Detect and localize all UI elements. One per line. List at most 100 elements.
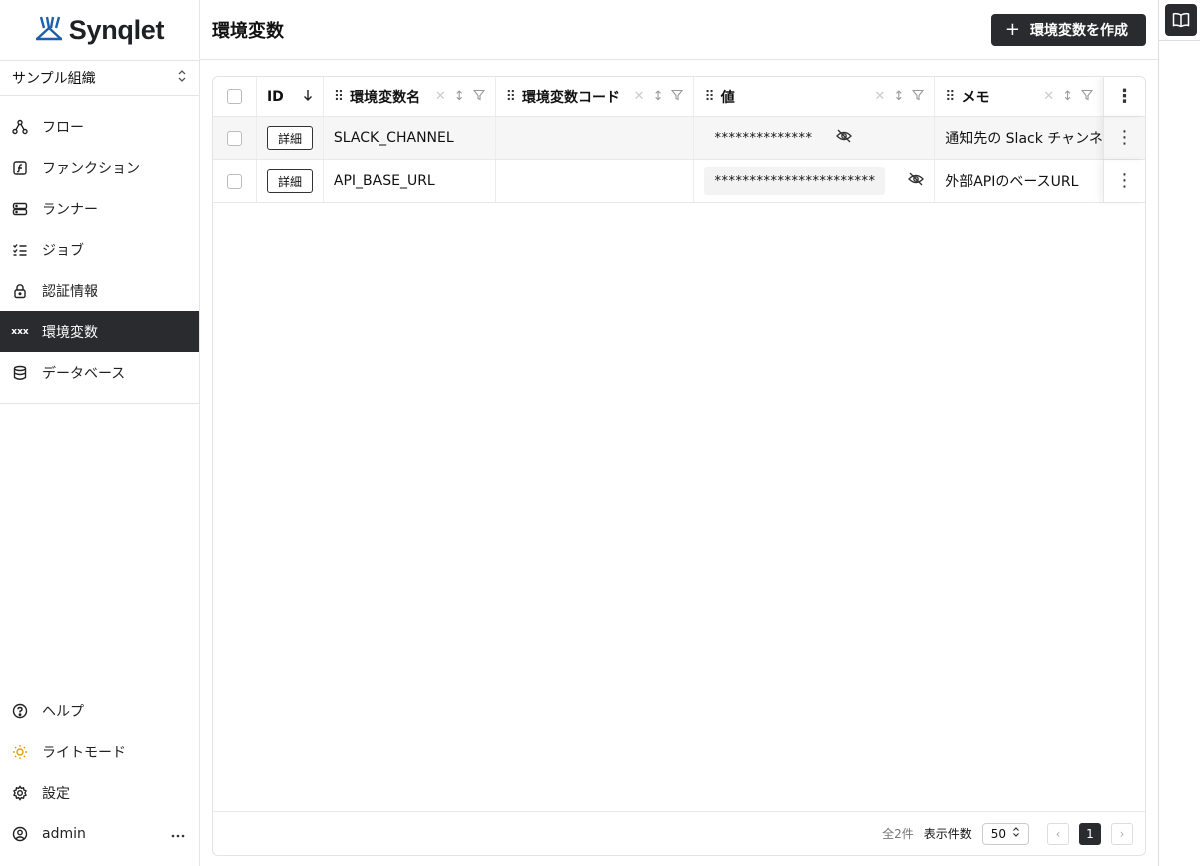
more-vertical-icon[interactable]: ⋮ <box>1116 129 1134 147</box>
eye-off-icon[interactable] <box>836 129 853 147</box>
sidebar-item-runner[interactable]: ランナー <box>0 188 199 229</box>
sidebar-item-label: 認証情報 <box>42 283 98 300</box>
sidebar-item-label: 環境変数 <box>42 324 98 341</box>
masked-value: *********************** <box>704 167 886 195</box>
org-selector-value: サンプル組織 <box>12 71 96 87</box>
sidebar: Synqlet サンプル組織 フロー ファンクション ランナー ジョブ 認証情報… <box>0 0 200 866</box>
more-vertical-icon[interactable]: ⋮ <box>1116 172 1134 190</box>
column-label: 環境変数名 <box>350 89 421 106</box>
env-var-table: ID ⠿ 環境変数名 ✕ ↕ ⠿ 環境変数コード ✕ ↕ ⠿ 値 ✕ ↕ ⠿ メ… <box>212 76 1146 856</box>
next-page-button[interactable]: › <box>1111 822 1133 845</box>
select-all-checkbox[interactable] <box>226 89 242 104</box>
table-row[interactable]: 詳細 SLACK_CHANNEL ************** 通知先の Sla… <box>213 117 1145 160</box>
row-checkbox[interactable] <box>226 173 242 189</box>
column-header-code[interactable]: ⠿ 環境変数コード ✕ ↕ <box>496 77 695 116</box>
create-env-var-label: 環境変数を作成 <box>1030 22 1128 39</box>
main-content: 環境変数 + 環境変数を作成 ID ⠿ 環境変数名 ✕ ↕ ⠿ 環境変数コード … <box>200 0 1158 866</box>
sidebar-item-label: データベース <box>42 365 126 382</box>
page-header: 環境変数 + 環境変数を作成 <box>200 0 1158 60</box>
sidebar-item-label: 設定 <box>42 785 70 802</box>
docs-book-button[interactable] <box>1165 4 1197 36</box>
column-header-id[interactable]: ID <box>257 77 324 116</box>
checklist-icon <box>12 242 28 258</box>
sidebar-item-credentials[interactable]: 認証情報 <box>0 270 199 311</box>
filter-icon[interactable] <box>912 89 925 105</box>
row-checkbox[interactable] <box>226 130 242 146</box>
memo-cell: 通知先の Slack チャンネル <box>945 131 1104 147</box>
column-header-value[interactable]: ⠿ 値 ✕ ↕ <box>694 77 936 116</box>
column-menu[interactable]: ⋮ <box>1103 77 1145 116</box>
lock-icon <box>12 283 28 299</box>
detail-button[interactable]: 詳細 <box>266 169 313 193</box>
page-title: 環境変数 <box>212 20 284 42</box>
sidebar-item-light-mode[interactable]: ライトモード <box>0 731 199 772</box>
masked-value: ************** <box>714 130 813 146</box>
column-label: 値 <box>720 89 735 106</box>
sidebar-item-env-vars[interactable]: xxx 環境変数 <box>0 311 199 352</box>
plus-icon: + <box>1004 18 1020 40</box>
filter-icon[interactable] <box>472 89 485 105</box>
sort-icon[interactable]: ↕ <box>1062 89 1073 105</box>
eye-off-icon[interactable] <box>908 172 925 190</box>
code-cell <box>496 160 695 202</box>
detail-button[interactable]: 詳細 <box>266 126 313 150</box>
sidebar-item-jobs[interactable]: ジョブ <box>0 229 199 270</box>
right-rail <box>1158 0 1200 866</box>
column-header-name[interactable]: ⠿ 環境変数名 ✕ ↕ <box>324 77 496 116</box>
clear-icon[interactable]: ✕ <box>874 89 885 105</box>
code-cell <box>496 117 695 159</box>
sort-icon[interactable]: ↕ <box>893 89 904 105</box>
org-selector[interactable]: サンプル組織 <box>0 60 199 96</box>
row-select-cell <box>213 160 257 202</box>
id-cell: 詳細 <box>257 117 324 159</box>
logo[interactable]: Synqlet <box>0 0 199 60</box>
sort-icon[interactable]: ↕ <box>653 89 664 105</box>
more-options-icon[interactable] <box>171 826 185 842</box>
per-page-select[interactable]: 50 <box>981 822 1029 845</box>
drag-handle-icon[interactable]: ⠿ <box>506 89 516 105</box>
gear-icon <box>12 784 28 801</box>
sidebar-item-label: ライトモード <box>42 744 126 761</box>
sidebar-item-label: ヘルプ <box>42 703 84 720</box>
column-header-memo[interactable]: ⠿ メモ ✕ ↕ <box>935 77 1103 116</box>
clear-icon[interactable]: ✕ <box>634 89 645 105</box>
sidebar-item-function[interactable]: ファンクション <box>0 147 199 188</box>
clear-icon[interactable]: ✕ <box>1043 89 1054 105</box>
select-all-cell <box>213 77 257 116</box>
user-name: admin <box>42 825 86 842</box>
current-page-button[interactable]: 1 <box>1079 822 1101 845</box>
sidebar-item-flow[interactable]: フロー <box>0 106 199 147</box>
main-nav: フロー ファンクション ランナー ジョブ 認証情報 xxx 環境変数 データベー… <box>0 96 199 404</box>
per-page-label: 表示件数 <box>923 827 972 841</box>
row-actions[interactable]: ⋮ <box>1103 160 1145 202</box>
sidebar-item-user[interactable]: admin <box>0 813 199 854</box>
table-row[interactable]: 詳細 API_BASE_URL *********************** … <box>213 160 1145 203</box>
server-icon <box>12 201 28 217</box>
filter-icon[interactable] <box>1080 89 1094 105</box>
value-cell: ************** <box>694 117 936 159</box>
sort-desc-icon[interactable] <box>303 89 313 105</box>
drag-handle-icon[interactable]: ⠿ <box>334 89 344 105</box>
prev-page-button[interactable]: ‹ <box>1047 822 1069 845</box>
memo-cell: 外部APIのベースURL <box>945 174 1079 190</box>
per-page-value: 50 <box>990 826 1006 841</box>
name-cell: API_BASE_URL <box>324 160 496 202</box>
create-env-var-button[interactable]: + 環境変数を作成 <box>990 13 1146 46</box>
sidebar-item-settings[interactable]: 設定 <box>0 772 199 813</box>
drag-handle-icon[interactable]: ⠿ <box>704 89 714 105</box>
chevron-updown-icon <box>1012 826 1020 841</box>
sidebar-item-label: フロー <box>42 119 84 136</box>
column-label: 環境変数コード <box>521 89 620 106</box>
table-header: ID ⠿ 環境変数名 ✕ ↕ ⠿ 環境変数コード ✕ ↕ ⠿ 値 ✕ ↕ ⠿ メ… <box>213 77 1145 117</box>
sidebar-item-help[interactable]: ヘルプ <box>0 690 199 731</box>
help-icon <box>12 703 28 719</box>
clear-icon[interactable]: ✕ <box>435 89 446 105</box>
row-actions[interactable]: ⋮ <box>1103 117 1145 159</box>
drag-handle-icon[interactable]: ⠿ <box>945 89 955 105</box>
sort-icon[interactable]: ↕ <box>454 89 465 105</box>
sun-icon <box>12 744 28 760</box>
sidebar-item-database[interactable]: データベース <box>0 352 199 393</box>
filter-icon[interactable] <box>671 89 684 105</box>
more-vertical-icon[interactable]: ⋮ <box>1116 87 1134 106</box>
total-count: 全2件 <box>882 827 914 841</box>
